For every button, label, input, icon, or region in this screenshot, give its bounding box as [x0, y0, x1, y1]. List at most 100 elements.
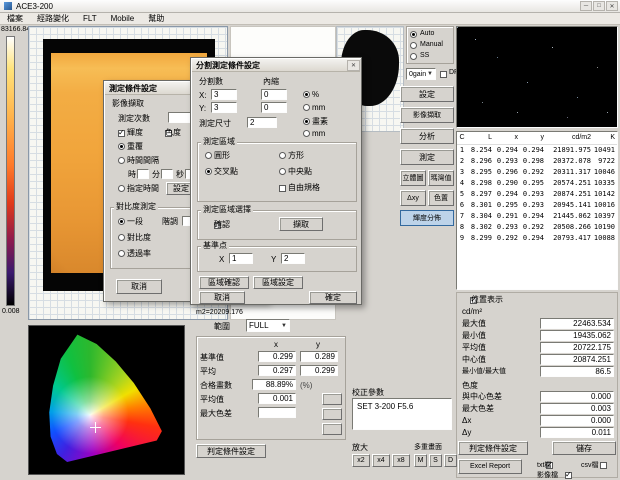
color-position-button[interactable]: 色置 [428, 190, 454, 206]
region-set-button[interactable]: 區域設定 [253, 276, 303, 289]
x-div-field[interactable]: 3 [211, 89, 237, 100]
table-row[interactable]: 58.2970.2940.29320874.25110142 [457, 189, 617, 200]
interval-radio[interactable] [118, 157, 125, 164]
base-x-field[interactable]: 1 [229, 253, 253, 264]
y-div-field[interactable]: 3 [211, 102, 237, 113]
base-y-field[interactable]: 2 [281, 253, 305, 264]
luminance-dist-button[interactable]: 輝度分佈 [400, 210, 454, 226]
close-button[interactable]: ✕ [606, 1, 618, 11]
one-step-radio[interactable] [118, 218, 125, 225]
area-square-radio[interactable] [279, 152, 286, 159]
repeat-radio[interactable] [118, 143, 125, 150]
inset-label: 內縮 [263, 77, 279, 87]
inset-x-field[interactable]: 0 [261, 89, 287, 100]
zoom-x8-button[interactable]: x8 [392, 454, 410, 467]
title-bar: ACE3-200 ─ □ ✕ [0, 0, 620, 13]
area-circle-radio[interactable] [205, 152, 212, 159]
division-dialog-title[interactable]: 分割測定條件設定 [192, 59, 360, 72]
excel-report-button[interactable]: Excel Report [458, 459, 522, 474]
menu-item-mobile[interactable]: Mobile [104, 14, 142, 23]
menu-item-flt[interactable]: FLT [76, 14, 104, 23]
inset-mm-radio[interactable] [303, 104, 310, 111]
mura-value-button[interactable]: 瑪灣值 [428, 170, 454, 186]
hour-field[interactable] [137, 169, 149, 179]
dr-checkbox[interactable] [440, 71, 447, 78]
table-row[interactable]: 48.2980.2900.29520574.25110335 [457, 178, 617, 189]
set-button[interactable]: 設定 [400, 86, 454, 102]
noise-dots [457, 27, 458, 28]
mode-manual-radio[interactable] [410, 42, 417, 49]
max-color-diff-label: 最大色差 [200, 409, 232, 419]
measure-button[interactable]: 測定 [400, 149, 454, 165]
stat-ratio-label: 最小值/最大值 [462, 367, 506, 377]
area-cross-radio[interactable] [205, 168, 212, 175]
multi-s-button[interactable]: S [429, 454, 442, 467]
table-row[interactable]: 18.2540.2940.29421891.97510491 [457, 145, 617, 156]
division-dialog-close-icon[interactable]: ✕ [347, 60, 360, 71]
table-cell: 0.298 [520, 156, 546, 167]
size-mm-radio[interactable] [303, 130, 310, 137]
area-free-checkbox[interactable] [279, 185, 286, 192]
analyze-button[interactable]: 分析 [400, 128, 454, 144]
menu-item-file[interactable]: 檔案 [0, 13, 30, 24]
table-cell: 8.299 [469, 233, 494, 244]
inset-percent-radio[interactable] [303, 91, 310, 98]
image-capture-button[interactable]: 影像擷取 [400, 107, 454, 123]
zoom-x2-button[interactable]: x2 [352, 454, 370, 467]
measurement-table[interactable]: C L x y cd/m2 K 18.2540.2940.29421891.97… [456, 131, 618, 290]
delta-xy-button[interactable]: Δxy [400, 190, 426, 206]
table-row[interactable]: 78.3040.2910.29421445.06210397 [457, 211, 617, 222]
table-row[interactable]: 28.2960.2930.29820372.0789722 [457, 156, 617, 167]
bottom-judge-button[interactable]: 判定條件設定 [196, 444, 266, 458]
csv-file-checkbox[interactable] [600, 462, 607, 469]
minute-field[interactable] [161, 169, 173, 179]
multi-d-button[interactable]: D [444, 454, 457, 467]
solid-view-button[interactable]: 立體圖 [400, 170, 426, 186]
spec-time-radio[interactable] [118, 185, 125, 192]
table-row[interactable]: 38.2950.2960.29220311.31710046 [457, 167, 617, 178]
cie-diagram[interactable] [28, 325, 185, 475]
col-header: C [457, 132, 469, 144]
area-center-radio[interactable] [279, 168, 286, 175]
luminance-checkbox[interactable] [118, 130, 125, 137]
size-pixel-radio[interactable] [303, 118, 310, 125]
gain-value: 0gain [409, 71, 426, 78]
minimize-button[interactable]: ─ [580, 1, 592, 11]
mode-ss-radio[interactable] [410, 53, 417, 60]
table-row[interactable]: 68.3010.2950.29320945.14110016 [457, 200, 617, 211]
contrast-radio[interactable] [118, 234, 125, 241]
table-row[interactable]: 98.2990.2920.29420793.41710088 [457, 233, 617, 244]
col-y-header: y [316, 340, 320, 350]
stats-judge-button[interactable]: 判定條件設定 [458, 441, 528, 455]
table-cell: 5 [457, 189, 469, 200]
area-capture-button[interactable]: 擷取 [279, 217, 323, 231]
mode-auto-radio[interactable] [410, 31, 417, 38]
average-x-value: 0.297 [258, 365, 296, 376]
zoom-x4-button[interactable]: x4 [372, 454, 390, 467]
maximize-button[interactable]: □ [593, 1, 605, 11]
second-label: 秒 [176, 170, 184, 180]
region-confirm-button[interactable]: 區域確認 [199, 276, 249, 289]
gain-select[interactable]: 0gain ▼ [406, 68, 436, 80]
save-button[interactable]: 儲存 [552, 441, 616, 455]
inset-y-field[interactable]: 0 [261, 102, 287, 113]
image-file-label: 影像檔 [537, 470, 558, 480]
table-cell: 8.295 [469, 167, 494, 178]
image-file-checkbox[interactable] [565, 472, 572, 479]
division-cancel-button[interactable]: 取消 [199, 291, 245, 304]
table-cell: 6 [457, 200, 469, 211]
transmit-radio[interactable] [118, 250, 125, 257]
measure-area-label: 測定區域 [201, 137, 237, 146]
zoom-label: 放大 [352, 443, 368, 453]
division-ok-button[interactable]: 確定 [309, 291, 357, 304]
measure-cancel-button[interactable]: 取消 [116, 279, 162, 294]
multi-m-button[interactable]: M [414, 454, 427, 467]
menu-item-help[interactable]: 幫助 [141, 13, 171, 24]
table-cell: 9722 [593, 156, 617, 167]
indicator-box-3 [322, 423, 342, 435]
menu-item-path-change[interactable]: 經路變化 [30, 13, 76, 24]
gain-dropdown-icon: ▼ [427, 71, 433, 77]
measure-size-field[interactable]: 2 [247, 117, 277, 128]
table-row[interactable]: 88.3020.2930.29220508.26610190 [457, 222, 617, 233]
range-select[interactable]: FULL ▼ [246, 319, 290, 332]
